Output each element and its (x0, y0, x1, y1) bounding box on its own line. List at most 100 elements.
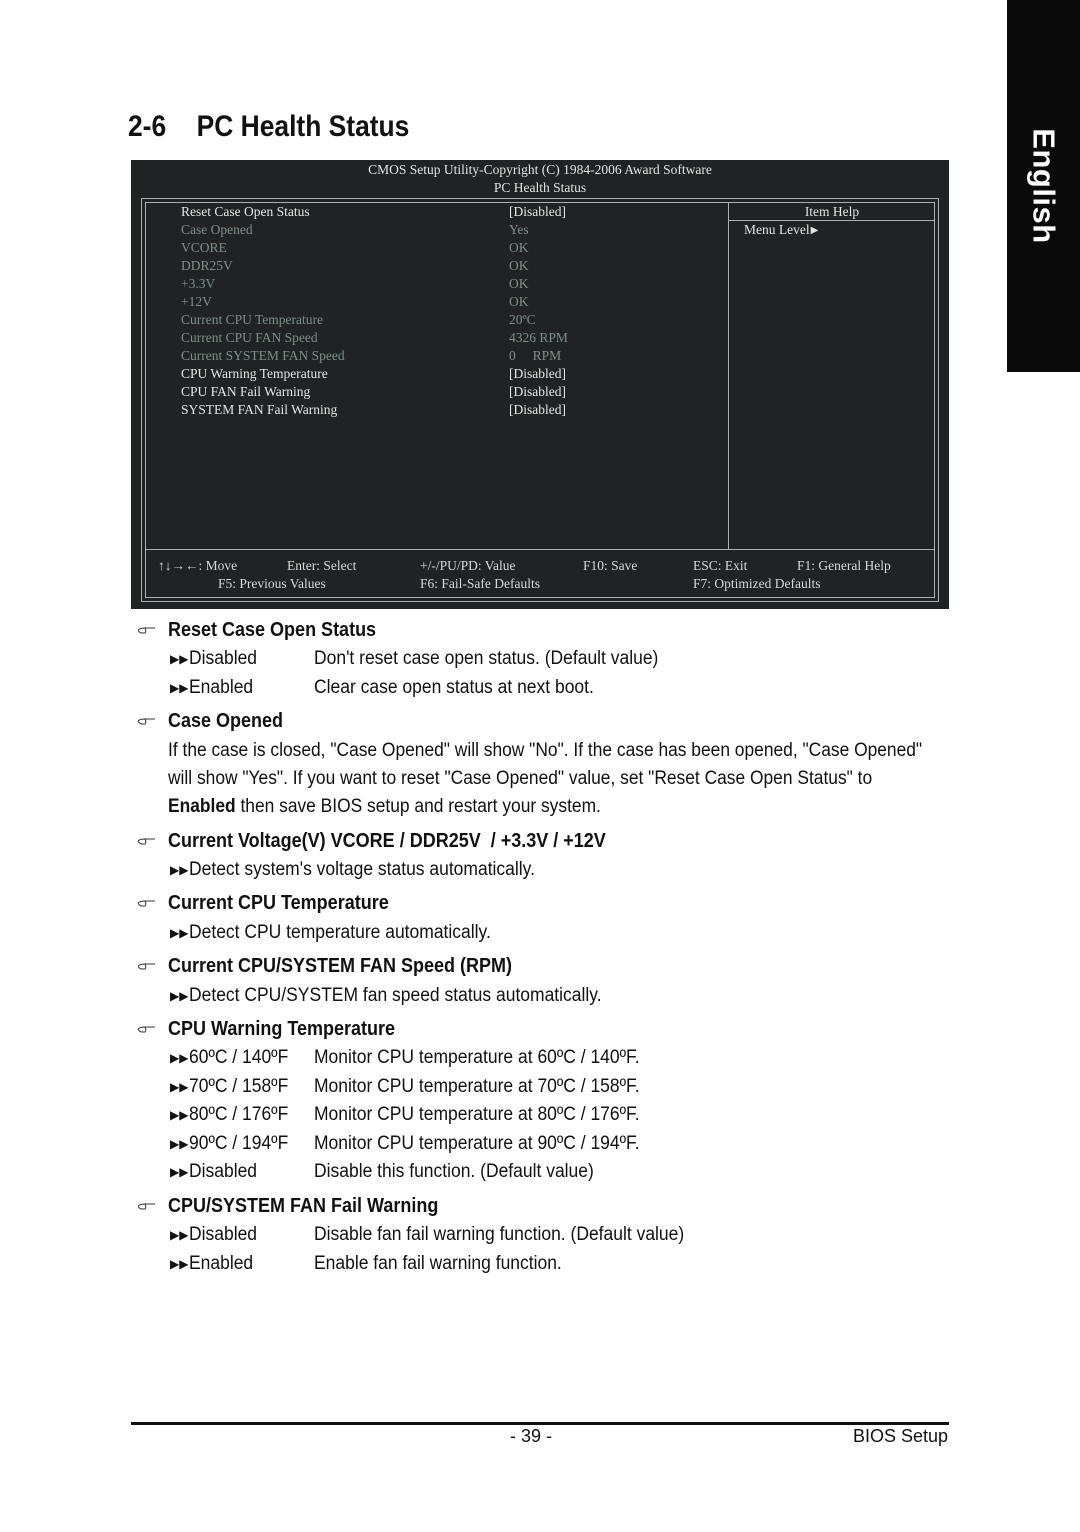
bios-item-value: OK (509, 294, 529, 309)
footer-value: +/-/PU/PD: Value (420, 558, 516, 573)
section-fan-speed: Current CPU/SYSTEM FAN Speed (RPM) (137, 955, 550, 978)
footer-section-name: BIOS Setup (852, 1426, 948, 1446)
pointing-hand-icon (137, 627, 155, 633)
double-arrow-icon: ▶▶ (170, 989, 189, 1003)
language-tab: English (1007, 0, 1080, 372)
bios-item-label: DDR25V (181, 258, 233, 273)
footer-exit: ESC: Exit (693, 558, 748, 573)
section-number: 2-6 (128, 110, 167, 143)
double-arrow-icon: ▶▶ (170, 1108, 189, 1122)
option-row: ▶▶ Detect CPU temperature automatically. (170, 922, 517, 944)
bios-item-label: +3.3V (181, 276, 216, 291)
option-key: Enabled (189, 1253, 254, 1274)
bios-item-value: OK (509, 240, 529, 255)
bios-item-value[interactable]: [Disabled] (509, 383, 566, 401)
option-row: ▶▶ 60ºC / 140ºF Monitor CPU temperature at… (170, 1047, 668, 1069)
case-opened-paragraph: If the case is closed, "Case Opened" wil… (168, 737, 968, 821)
option-row: ▶▶ Enabled Enable fan fail warning functio… (170, 1253, 583, 1275)
option-key: Disabled (189, 648, 258, 669)
bios-item-value[interactable]: [Disabled] (509, 203, 566, 221)
option-key: Disabled (189, 1161, 258, 1182)
footer-save: F10: Save (583, 558, 638, 573)
bios-item-label[interactable]: CPU Warning Temperature (181, 365, 328, 383)
bios-header-copyright: CMOS Setup Utility-Copyright (C) 1984-20… (368, 162, 712, 177)
bios-item-label[interactable]: SYSTEM FAN Fail Warning (181, 401, 337, 419)
option-desc: Clear case open status at next boot. (314, 677, 594, 698)
double-arrow-icon: ▶▶ (170, 1257, 189, 1271)
section-heading: Case Opened (168, 710, 284, 732)
section-fan-fail-warning: CPU/SYSTEM FAN Fail Warning (137, 1195, 468, 1218)
bios-item-label: VCORE (181, 240, 227, 255)
item-help-title: Item Help (804, 204, 860, 219)
page-number: - 39 - (510, 1426, 553, 1446)
paragraph-line: Enabled then save BIOS setup and restart… (168, 793, 900, 821)
bios-item-value: 0 RPM (509, 348, 562, 363)
option-row: ▶▶ 90ºC / 194ºF Monitor CPU temperature at… (170, 1133, 668, 1155)
footer-failsafe: F6: Fail-Safe Defaults (420, 576, 540, 591)
double-arrow-icon: ▶▶ (170, 681, 189, 695)
option-row: ▶▶ Disabled Disable this function. (Defaul… (170, 1161, 618, 1183)
pointing-hand-icon (137, 1203, 155, 1209)
double-arrow-icon: ▶▶ (170, 1080, 189, 1094)
section-heading: Current Voltage(V) VCORE / DDR25V / +3.3… (168, 830, 606, 852)
bios-item-label: Case Opened (181, 222, 253, 237)
option-row: ▶▶ Disabled Don't reset case open status. … (170, 648, 688, 670)
pointing-hand-icon (137, 718, 155, 724)
option-desc: Detect system's voltage status automatic… (189, 859, 535, 880)
bold-term: Enabled (168, 796, 236, 817)
pointing-hand-icon (137, 1026, 155, 1032)
option-desc: Don't reset case open status. (Default v… (314, 648, 659, 669)
bios-item-label[interactable]: CPU FAN Fail Warning (181, 383, 310, 401)
option-desc: Detect CPU temperature automatically. (189, 922, 491, 943)
double-arrow-icon: ▶▶ (170, 1228, 189, 1242)
option-desc: Enable fan fail warning function. (314, 1253, 562, 1274)
bios-item-label: +12V (181, 294, 212, 309)
bios-item-value[interactable]: [Disabled] (509, 401, 566, 419)
footer-move: ↑↓→←: Move (158, 558, 238, 573)
double-arrow-icon: ▶▶ (170, 926, 189, 940)
bios-item-value: OK (509, 276, 529, 291)
option-desc: Disable fan fail warning function. (Defa… (314, 1224, 685, 1245)
bios-item-label[interactable]: Reset Case Open Status (181, 203, 310, 221)
option-desc: Disable this function. (Default value) (314, 1161, 594, 1182)
bios-header-title: PC Health Status (493, 180, 587, 195)
bios-item-label: Current CPU Temperature (181, 312, 324, 327)
bios-item-value: 20ºC (509, 312, 536, 327)
bios-screen: CMOS Setup Utility-Copyright (C) 1984-20… (131, 160, 949, 609)
option-key: Enabled (189, 677, 254, 698)
paragraph-text: then save BIOS setup and restart your sy… (235, 796, 601, 817)
double-arrow-icon: ▶▶ (170, 863, 189, 877)
section-heading: Current CPU Temperature (168, 892, 389, 914)
pointing-hand-icon (137, 900, 155, 906)
option-desc: Detect CPU/SYSTEM fan speed status autom… (189, 985, 602, 1006)
language-tab-label: English (1026, 128, 1062, 244)
bios-item-value: OK (509, 258, 529, 273)
section-heading: Reset Case Open Status (168, 619, 377, 641)
option-row: ▶▶ Detect system's voltage status automat… (170, 859, 565, 881)
option-desc: Monitor CPU temperature at 60ºC / 140ºF. (314, 1047, 640, 1068)
option-desc: Monitor CPU temperature at 80ºC / 176ºF. (314, 1104, 640, 1125)
section-heading: CPU Warning Temperature (168, 1018, 396, 1040)
bios-item-value[interactable]: [Disabled] (509, 365, 566, 383)
bios-help-title-divider (729, 220, 935, 221)
option-row: ▶▶ Disabled Disable fan fail warning funct… (170, 1224, 716, 1246)
option-row: ▶▶ 70ºC / 158ºF Monitor CPU temperature at… (170, 1076, 668, 1098)
bios-item-label: Current CPU FAN Speed (181, 330, 318, 345)
section-title: PC Health Status (196, 110, 410, 143)
triangle-right-icon: ▶ (810, 225, 819, 236)
option-key: Disabled (189, 1224, 258, 1245)
section-warning-temperature: CPU Warning Temperature (137, 1018, 420, 1041)
double-arrow-icon: ▶▶ (170, 652, 189, 666)
section-cpu-temperature: Current CPU Temperature (137, 892, 413, 915)
footer-previous: F5: Previous Values (218, 576, 326, 591)
double-arrow-icon: ▶▶ (170, 1051, 189, 1065)
option-row: ▶▶ Detect CPU/SYSTEM fan speed status aut… (170, 985, 637, 1007)
option-key: 80ºC / 176ºF (189, 1104, 289, 1125)
footer-rule (131, 1422, 949, 1425)
bios-footer-divider (145, 549, 935, 550)
bios-item-label: Current SYSTEM FAN Speed (181, 348, 345, 363)
double-arrow-icon: ▶▶ (170, 1165, 189, 1179)
section-reset-case: Reset Case Open Status (137, 619, 399, 642)
menu-level: Menu Level▶ (744, 222, 818, 238)
option-key: 90ºC / 194ºF (189, 1133, 289, 1154)
